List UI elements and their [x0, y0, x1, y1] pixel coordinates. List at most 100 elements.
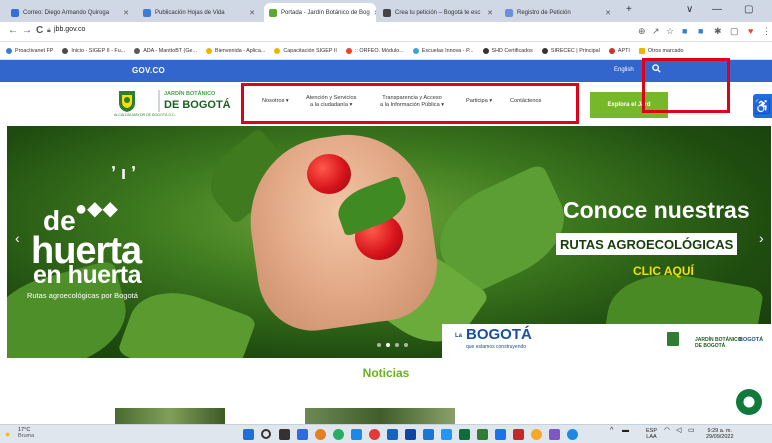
tab-label: Portada - Jardín Botánico de Bog [281, 9, 370, 16]
app-icon[interactable] [513, 429, 524, 440]
battery-icon[interactable]: ▭ [688, 427, 695, 434]
mail-icon[interactable] [387, 429, 398, 440]
bogota-tagline: que estamos construyendo [466, 344, 527, 350]
weather-widget[interactable]: 17°C Bruma [18, 427, 34, 439]
carousel-dot[interactable] [377, 343, 381, 347]
app-icon[interactable] [477, 429, 488, 440]
hero-cta-link[interactable]: CLIC AQUÍ [633, 264, 694, 278]
browser-tab[interactable]: Publicación Hojas de Vida ✕ [138, 3, 260, 22]
excel-icon[interactable] [459, 429, 470, 440]
task-view-icon[interactable] [279, 429, 290, 440]
carousel-next-button[interactable]: › [759, 230, 764, 246]
app-icon[interactable] [495, 429, 506, 440]
bookmark-icon [134, 47, 141, 54]
browser-tab-strip: Correo: Diego Armando Quiroga ✕ Publicac… [0, 0, 772, 22]
news-section-title: Noticias [362, 366, 410, 380]
gov-co-logo[interactable]: GOV.CO [132, 66, 165, 75]
bookmark-folder[interactable]: Otros marcado [638, 47, 684, 54]
hero-carousel[interactable]: ʼ ı ʼ de ●◆◆ huerta en huerta Rutas agro… [7, 126, 771, 358]
back-button[interactable]: ← [8, 25, 18, 36]
accessibility-button[interactable]: ♿ [753, 94, 772, 118]
sprout-icon: ʼ ı ʼ [111, 163, 137, 183]
bookmark[interactable]: SHD Certificados [482, 47, 533, 54]
zoom-icon[interactable]: ⊕ [638, 26, 646, 37]
campaign-caption: Rutas agroecológicas por Bogotá [27, 291, 138, 300]
profile-icon[interactable]: ♥ [748, 26, 753, 36]
address-bar[interactable]: jbb.gov.co [54, 26, 85, 33]
minimize-button[interactable]: — [712, 4, 722, 15]
bookmark[interactable]: APTI [608, 47, 630, 54]
browser-tab-active[interactable]: Portada - Jardín Botánico de Bog ✕ [264, 3, 376, 22]
logo-text-main[interactable]: DE BOGOTÁ [164, 99, 231, 111]
carousel-dot[interactable] [395, 343, 399, 347]
weather-icon[interactable]: ● [5, 429, 10, 439]
close-icon[interactable]: ✕ [483, 9, 493, 17]
carousel-prev-button[interactable]: ‹ [15, 230, 20, 246]
bookmark[interactable]: SIRECEC | Principal [541, 47, 600, 54]
close-icon[interactable]: ✕ [370, 9, 376, 17]
close-icon[interactable]: ✕ [119, 9, 129, 17]
bookmark[interactable]: :: ORFEO. Módulo... [345, 47, 404, 54]
bookmark[interactable]: ADA - ManttoBT (Ge... [134, 47, 197, 54]
app-icon[interactable] [369, 429, 380, 440]
lock-icon[interactable]: 🔒︎ [47, 27, 51, 35]
bookmark[interactable]: Capacitación SIGEP II [274, 47, 337, 54]
app-icon[interactable] [441, 429, 452, 440]
start-icon[interactable] [243, 429, 254, 440]
os-taskbar: ● 17°C Bruma ^ ▬ ESP LAA ◠ ◁ ▭ 9:29 a. m… [0, 424, 772, 443]
outlook-icon[interactable] [423, 429, 434, 440]
app-icon[interactable] [315, 429, 326, 440]
share-icon[interactable]: ↗ [652, 26, 660, 37]
carousel-dots[interactable] [377, 343, 408, 347]
carousel-dot[interactable] [404, 343, 408, 347]
chrome-icon[interactable] [333, 429, 344, 440]
carousel-dot[interactable] [386, 343, 390, 347]
maximize-button[interactable]: ▢ [744, 4, 753, 15]
logo-text-top[interactable]: JARDÍN BOTÁNICO [164, 91, 215, 97]
bookmark[interactable]: Escuelas Innova - P... [412, 47, 474, 54]
bookmark-icon [608, 47, 615, 54]
bookmark-icon [62, 47, 69, 54]
document-icon [505, 8, 513, 17]
menu-icon[interactable]: ⋮ [762, 26, 771, 37]
globe-icon [383, 8, 391, 17]
forward-button[interactable]: → [22, 25, 32, 36]
close-icon[interactable]: ✕ [601, 9, 611, 17]
extension-icon[interactable]: ■ [682, 26, 687, 36]
browser-tab[interactable]: Crea tu petición – Bogotá te esc ✕ [378, 3, 498, 22]
drops-icon: ●◆◆ [75, 198, 118, 220]
widgets-icon[interactable] [297, 429, 308, 440]
clock[interactable]: 9:29 a. m. 29/09/2022 [706, 428, 734, 440]
sidebar-icon[interactable]: ▢ [730, 26, 739, 37]
bookmark[interactable]: Bienvenida - Aplica... [206, 47, 265, 54]
app-icon[interactable] [531, 429, 542, 440]
new-tab-button[interactable]: + [626, 4, 632, 15]
volume-icon[interactable]: ◁ [676, 427, 681, 434]
alcaldia-shield-icon[interactable] [117, 89, 137, 113]
bookmark[interactable]: Proactivanet FP [6, 47, 53, 54]
app-icon[interactable] [549, 429, 560, 440]
star-icon[interactable]: ☆ [666, 26, 674, 37]
search-icon[interactable] [261, 429, 271, 439]
app-icon[interactable] [567, 429, 578, 440]
extension-icon[interactable]: ■ [698, 26, 703, 36]
word-icon[interactable] [405, 429, 416, 440]
news-thumbnail[interactable] [305, 408, 455, 424]
close-icon[interactable]: ✕ [245, 9, 255, 17]
language-link[interactable]: English [614, 67, 634, 73]
browser-tab[interactable]: Registro de Petición ✕ [500, 3, 616, 22]
browser-tab[interactable]: Correo: Diego Armando Quiroga ✕ [6, 3, 134, 22]
puzzle-icon[interactable]: ✱ [714, 26, 722, 37]
news-thumbnail[interactable] [115, 408, 225, 424]
tray-arrow-icon[interactable]: ^ [610, 427, 613, 434]
wifi-icon[interactable]: ◠ [664, 427, 670, 434]
reload-button[interactable]: C [36, 25, 43, 36]
bookmark[interactable]: Inicio - SIGEP II - Fu... [62, 47, 125, 54]
tab-search-icon[interactable]: ∨ [686, 4, 693, 15]
edge-icon[interactable] [351, 429, 362, 440]
alcaldia-shield-icon [667, 332, 679, 346]
language-indicator[interactable]: ESP LAA [646, 428, 657, 440]
tray-icon[interactable]: ▬ [622, 427, 629, 434]
footer-logo-jardin: JARDÍN BOTÁNICO DE BOGOTÁ [695, 337, 742, 349]
chat-button[interactable] [736, 389, 762, 415]
